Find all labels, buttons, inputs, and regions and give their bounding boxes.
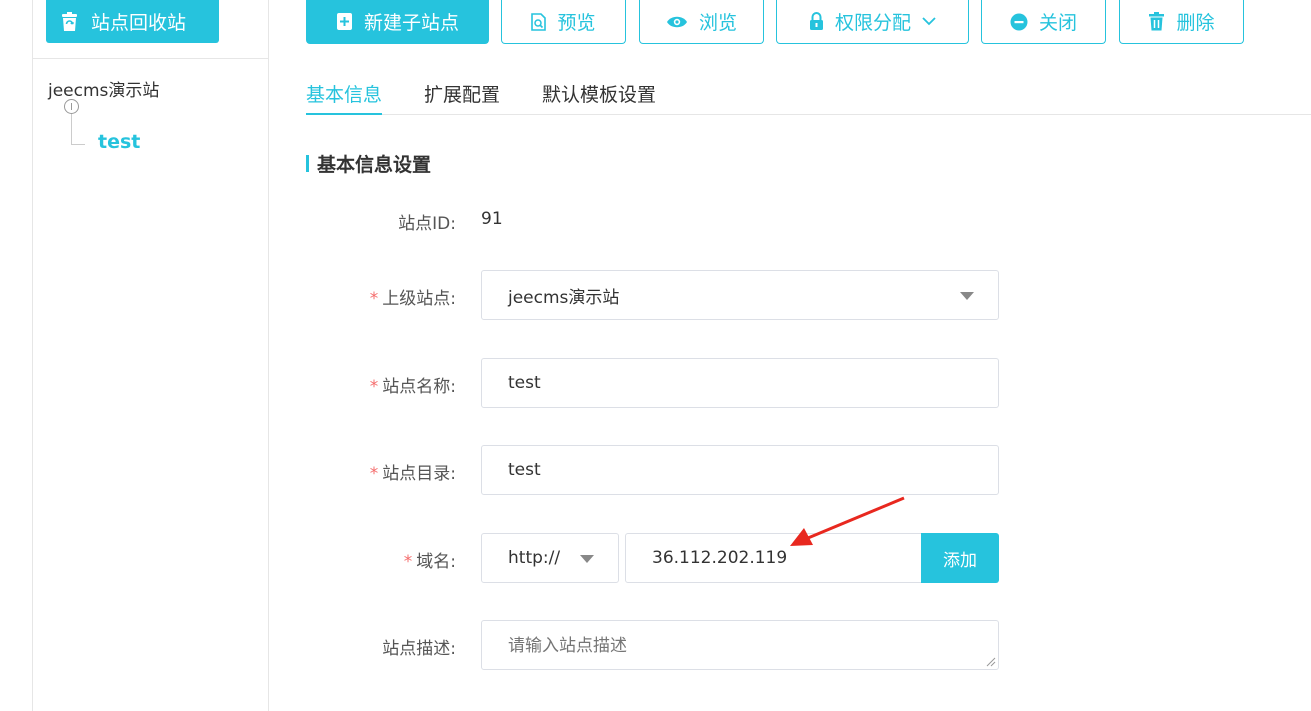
recycle-bin-label: 站点回收站 (91, 12, 187, 34)
parent-site-select[interactable]: jeecms演示站 (481, 270, 999, 320)
permissions-dropdown[interactable]: 权限分配 (776, 0, 969, 44)
protocol-value: http:// (508, 548, 561, 568)
section-title-marker (306, 155, 309, 172)
delete-button[interactable]: 删除 (1119, 0, 1244, 44)
site-name-input[interactable]: test (481, 358, 999, 408)
minus-circle-icon (1010, 13, 1028, 30)
site-name-value: test (508, 373, 541, 393)
tab-bar: 基本信息 扩展配置 默认模板设置 (306, 72, 1311, 115)
site-description-textarea[interactable] (481, 620, 999, 670)
required-mark: * (403, 552, 413, 572)
browse-label: 浏览 (698, 12, 737, 34)
site-name-label: * 站点名称: (276, 372, 456, 397)
site-description-label: 站点描述: (276, 634, 456, 659)
lock-icon (809, 12, 823, 30)
close-label: 关闭 (1038, 12, 1077, 34)
site-directory-label: * 站点目录: (276, 459, 456, 484)
annotation-arrow-icon (790, 496, 905, 546)
tree-connector (71, 144, 85, 145)
new-subsite-button[interactable]: 新建子站点 (306, 0, 489, 44)
close-button[interactable]: 关闭 (981, 0, 1106, 44)
domain-label-text: 域名: (416, 552, 456, 572)
browse-button[interactable]: 浏览 (639, 0, 764, 44)
required-mark: * (369, 377, 379, 397)
sidebar: 站点回收站 jeecms演示站 test (32, 0, 269, 711)
eye-icon (666, 16, 687, 27)
delete-label: 删除 (1176, 12, 1215, 34)
parent-site-label-text: 上级站点: (382, 289, 456, 309)
tree-node-root[interactable]: jeecms演示站 (48, 76, 159, 101)
site-recycle-bin-button[interactable]: 站点回收站 (46, 0, 219, 43)
permissions-label: 权限分配 (834, 12, 911, 34)
site-directory-value: test (508, 460, 541, 480)
sidebar-header: 站点回收站 (33, 0, 268, 59)
resize-handle-icon[interactable] (984, 655, 996, 667)
caret-down-icon (960, 292, 974, 300)
add-document-icon (336, 13, 352, 30)
site-id-label: 站点ID: (276, 209, 456, 234)
parent-site-label: * 上级站点: (276, 284, 456, 309)
site-name-label-text: 站点名称: (382, 377, 456, 397)
site-id-value: 91 (481, 209, 503, 229)
site-description-label-text: 站点描述: (382, 639, 456, 659)
tab-basic-info[interactable]: 基本信息 (306, 80, 383, 115)
section-title-text: 基本信息设置 (317, 154, 432, 176)
add-domain-button[interactable]: 添加 (921, 533, 999, 583)
protocol-select[interactable]: http:// (481, 533, 619, 583)
parent-site-value: jeecms演示站 (508, 287, 620, 308)
preview-icon (531, 12, 547, 31)
domain-value: 36.112.202.119 (652, 548, 788, 568)
tree-collapse-icon[interactable] (64, 99, 79, 114)
tree-node-test[interactable]: test (98, 131, 140, 153)
caret-down-icon (580, 555, 594, 563)
chevron-down-icon (922, 17, 936, 26)
site-directory-label-text: 站点目录: (382, 464, 456, 484)
preview-label: 预览 (557, 12, 596, 34)
tree-connector (71, 114, 72, 145)
section-title: 基本信息设置 (306, 150, 431, 177)
tab-default-template[interactable]: 默认模板设置 (542, 80, 656, 115)
new-subsite-label: 新建子站点 (363, 12, 459, 34)
required-mark: * (369, 289, 379, 309)
trash-icon (1149, 12, 1165, 31)
recycle-bin-icon (62, 12, 77, 31)
site-id-label-text: 站点ID: (398, 214, 456, 234)
site-directory-input[interactable]: test (481, 445, 999, 495)
preview-button[interactable]: 预览 (501, 0, 626, 44)
tab-extended-config[interactable]: 扩展配置 (424, 80, 500, 115)
domain-label: * 域名: (276, 547, 456, 572)
required-mark: * (369, 464, 379, 484)
